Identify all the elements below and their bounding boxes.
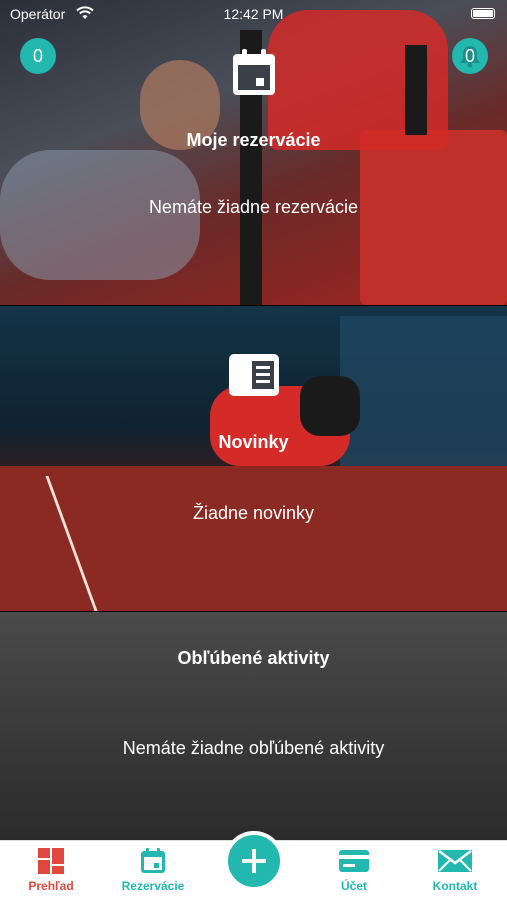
news-title: Novinky	[218, 432, 289, 452]
calendar-icon	[232, 49, 275, 95]
favorites-title: Obľúbené aktivity	[177, 648, 330, 668]
tab-account[interactable]: Účet	[314, 847, 394, 893]
tab-reservations[interactable]: Rezervácie	[113, 847, 193, 893]
battery-icon	[471, 8, 495, 19]
status-bar: Operátor 12:42 PM	[0, 0, 507, 30]
reservations-panel[interactable]: Moje rezervácie Nemáte žiadne rezervácie	[0, 0, 507, 305]
news-panel[interactable]: Novinky Žiadne novinky	[0, 306, 507, 611]
tab-reservations-label: Rezervácie	[121, 879, 185, 893]
count-badge[interactable]: 0	[20, 38, 56, 74]
calendar-icon	[141, 848, 165, 873]
notification-badge[interactable]: 0	[452, 38, 488, 74]
favorites-panel[interactable]: Obľúbené aktivity Nemáte žiadne obľúbené…	[0, 612, 507, 840]
status-time: 12:42 PM	[223, 6, 284, 22]
tab-overview[interactable]: Prehľad	[11, 847, 91, 893]
tab-overview-label: Prehľad	[28, 879, 74, 893]
tab-contact-label: Kontakt	[432, 879, 478, 893]
news-empty-text: Žiadne novinky	[192, 503, 315, 523]
reservations-title: Moje rezervácie	[186, 130, 321, 150]
add-button[interactable]	[224, 831, 284, 891]
plus-icon	[242, 849, 266, 873]
dashboard-icon	[38, 848, 64, 874]
scene-image	[0, 0, 507, 305]
tab-account-label: Účet	[340, 879, 367, 893]
envelope-icon	[438, 850, 472, 872]
card-icon	[339, 850, 369, 872]
notification-count: 0	[464, 46, 475, 66]
tab-bar: Prehľad Rezervácie Účet Kontakt	[0, 831, 507, 901]
tab-contact[interactable]: Kontakt	[415, 847, 495, 893]
count-badge-value: 0	[32, 46, 43, 66]
newspaper-icon	[228, 354, 279, 396]
favorites-empty-text: Nemáte žiadne obľúbené aktivity	[122, 738, 385, 758]
reservations-empty-text: Nemáte žiadne rezervácie	[148, 197, 359, 217]
